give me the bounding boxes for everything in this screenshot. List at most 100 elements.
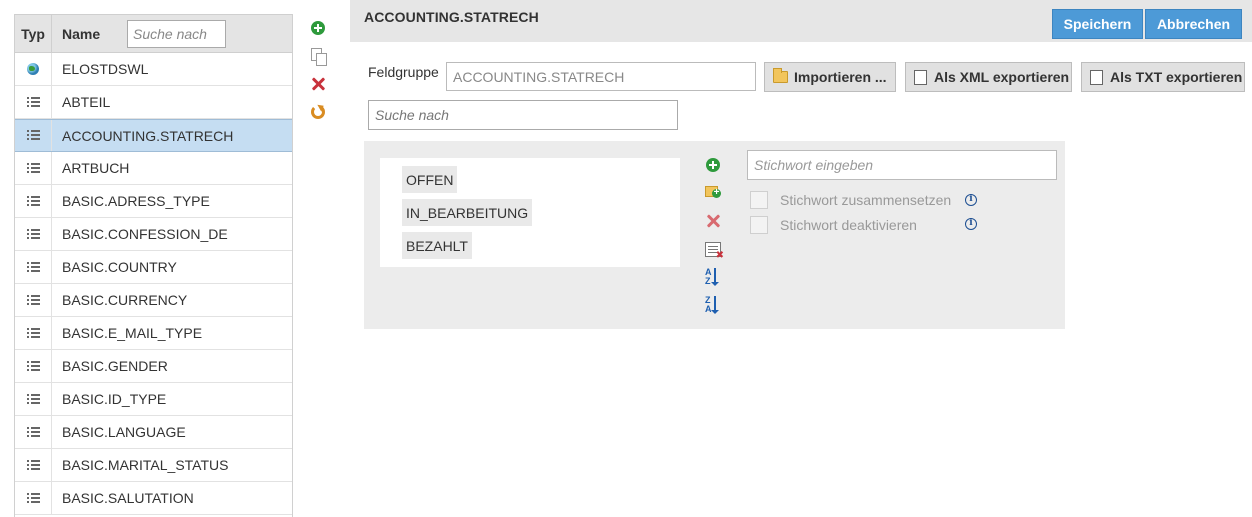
list-item-label: BASIC.ID_TYPE — [62, 391, 167, 407]
list-item-label: BASIC.GENDER — [62, 358, 168, 374]
list-header: Typ Name — [15, 14, 292, 53]
list-item[interactable]: BASIC.CURRENCY — [15, 284, 292, 317]
list-item[interactable]: BASIC.MARITAL_STATUS — [15, 449, 292, 482]
keyword-value-item[interactable]: OFFEN — [402, 166, 458, 193]
list-item[interactable]: ARTBUCH — [15, 152, 292, 185]
feldgruppe-label: Feldgruppe — [368, 64, 439, 80]
keyword-search-input[interactable] — [368, 100, 678, 130]
list-item[interactable]: BASIC.ID_TYPE — [15, 383, 292, 416]
delete-list-button[interactable] — [308, 74, 328, 94]
xml-export-button[interactable]: Als XML exportieren — [905, 62, 1072, 92]
list-item[interactable]: BASIC.E_MAIL_TYPE — [15, 317, 292, 350]
add-keyword-button[interactable] — [704, 156, 722, 174]
detail-pane: ACCOUNTING.STATRECH Speichern Abbrechen … — [350, 0, 1252, 517]
copy-icon — [310, 48, 327, 66]
keyword-editor: OFFEN IN_BEARBEITUNG BEZAHLT AZ ZA Stich… — [364, 141, 1065, 329]
txt-export-label: Als TXT exportieren — [1110, 69, 1243, 85]
list-item-label: ABTEIL — [62, 94, 111, 110]
compose-keyword-checkbox[interactable] — [750, 191, 768, 209]
list-icon — [15, 162, 51, 174]
feldgruppe-field[interactable]: ACCOUNTING.STATRECH — [446, 62, 756, 91]
deactivate-keyword-checkbox[interactable] — [750, 216, 768, 234]
list-item-label: BASIC.ADRESS_TYPE — [62, 193, 210, 209]
copy-list-button[interactable] — [308, 46, 328, 66]
keyword-actions: AZ ZA — [704, 156, 724, 324]
list-icon — [15, 96, 51, 108]
detail-title-bar: ACCOUNTING.STATRECH Speichern Abbrechen — [350, 0, 1252, 42]
xml-file-icon — [914, 69, 927, 85]
list-icon — [15, 459, 51, 471]
list-icon — [15, 426, 51, 438]
column-header-typ[interactable]: Typ — [15, 26, 51, 42]
list-search-input[interactable] — [127, 20, 226, 48]
list-item[interactable]: BASIC.CONFESSION_DE — [15, 218, 292, 251]
cancel-button[interactable]: Abbrechen — [1145, 9, 1242, 39]
list-item-label: BASIC.COUNTRY — [62, 259, 177, 275]
list-item[interactable]: ABTEIL — [15, 86, 292, 119]
page-title: ACCOUNTING.STATRECH — [364, 9, 539, 25]
list-item-label: ACCOUNTING.STATRECH — [62, 127, 234, 144]
compose-keyword-label: Stichwort zusammensetzen — [780, 192, 952, 208]
list-icon — [15, 130, 51, 141]
list-icon — [15, 327, 51, 339]
list-icon — [15, 294, 51, 306]
clear-list-icon — [705, 241, 724, 261]
list-icon — [15, 228, 51, 240]
refresh-icon — [311, 105, 325, 119]
list-item[interactable]: BASIC.ADRESS_TYPE — [15, 185, 292, 218]
list-item-label: BASIC.MARITAL_STATUS — [62, 457, 229, 473]
folder-icon — [773, 68, 788, 83]
column-divider — [51, 15, 52, 52]
info-icon[interactable]: i — [965, 218, 977, 230]
list-rows: ELOSTDSWL ABTEIL ACCOUNTING.STATRECH ART… — [15, 53, 292, 515]
list-icon — [15, 195, 51, 207]
sort-descending-button[interactable]: ZA — [704, 296, 722, 314]
import-button[interactable]: Importieren ... — [764, 62, 896, 92]
globe-icon — [15, 63, 51, 75]
keyword-list-panel: Typ Name ELOSTDSWL ABTEIL ACCOUNTING.STA… — [14, 14, 293, 517]
list-item-selected[interactable]: ACCOUNTING.STATRECH — [15, 119, 292, 152]
add-list-button[interactable] — [308, 18, 328, 38]
delete-icon — [706, 214, 720, 228]
add-child-icon — [705, 186, 721, 200]
xml-export-label: Als XML exportieren — [934, 69, 1070, 85]
refresh-list-button[interactable] — [308, 102, 328, 122]
info-icon[interactable]: i — [965, 194, 977, 206]
import-label: Importieren ... — [794, 69, 887, 85]
keyword-values-list: OFFEN IN_BEARBEITUNG BEZAHLT — [380, 158, 680, 267]
column-header-name[interactable]: Name — [62, 26, 100, 42]
list-item-label: BASIC.CONFESSION_DE — [62, 226, 228, 242]
txt-export-button[interactable]: Als TXT exportieren — [1081, 62, 1245, 92]
list-icon — [15, 360, 51, 372]
add-subkeyword-button[interactable] — [704, 184, 722, 202]
list-item-label: BASIC.CURRENCY — [62, 292, 188, 308]
list-item-label: BASIC.E_MAIL_TYPE — [62, 325, 203, 341]
add-icon — [706, 158, 720, 172]
add-icon — [311, 21, 325, 35]
list-item[interactable]: BASIC.GENDER — [15, 350, 292, 383]
sort-ascending-icon: AZ — [705, 268, 721, 286]
list-icon — [15, 393, 51, 405]
list-item-label: ARTBUCH — [62, 160, 130, 176]
deactivate-keyword-label: Stichwort deaktivieren — [780, 217, 917, 233]
keyword-value-item[interactable]: IN_BEARBEITUNG — [402, 199, 533, 226]
list-item[interactable]: BASIC.COUNTRY — [15, 251, 292, 284]
list-item-label: BASIC.SALUTATION — [62, 490, 194, 506]
compose-keyword-option: Stichwort zusammensetzen — [750, 191, 951, 209]
keyword-input[interactable] — [747, 150, 1057, 180]
list-item-label: ELOSTDSWL — [62, 61, 149, 77]
feldgruppe-value: ACCOUNTING.STATRECH — [453, 68, 625, 85]
list-icon — [15, 261, 51, 273]
keyword-value-item[interactable]: BEZAHLT — [402, 232, 472, 259]
save-button[interactable]: Speichern — [1052, 9, 1143, 39]
deactivate-keyword-option: Stichwort deaktivieren — [750, 216, 917, 234]
clear-keywords-button[interactable] — [704, 240, 724, 261]
txt-file-icon — [1090, 69, 1103, 85]
list-item[interactable]: BASIC.SALUTATION — [15, 482, 292, 515]
list-item[interactable]: ELOSTDSWL — [15, 53, 292, 86]
sort-ascending-button[interactable]: AZ — [704, 268, 722, 286]
list-item[interactable]: BASIC.LANGUAGE — [15, 416, 292, 449]
list-item-label: BASIC.LANGUAGE — [62, 424, 186, 440]
delete-icon — [311, 77, 325, 91]
delete-keyword-button[interactable] — [704, 212, 722, 230]
